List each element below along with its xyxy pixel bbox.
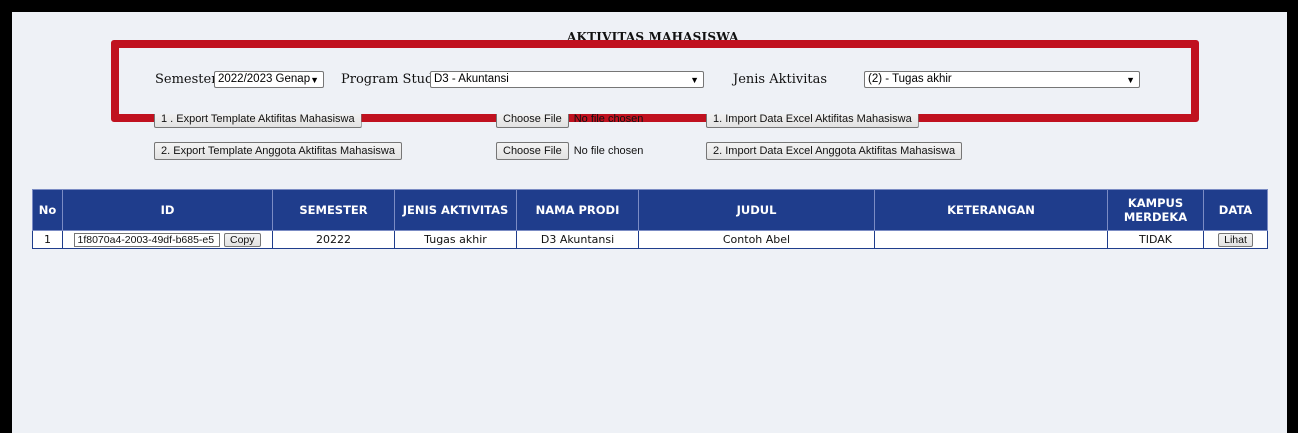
chevron-down-icon: ▼ xyxy=(310,75,319,85)
cell-kampus-merdeka: TIDAK xyxy=(1107,230,1204,249)
table-header-row: No ID SEMESTER JENIS AKTIVITAS NAMA PROD… xyxy=(32,189,1268,231)
file-name-text: No file chosen xyxy=(573,145,644,157)
copy-button[interactable]: Copy xyxy=(223,232,261,247)
chevron-down-icon: ▼ xyxy=(1126,75,1135,85)
chevron-down-icon: ▼ xyxy=(690,75,699,85)
lihat-button[interactable]: Lihat xyxy=(1218,232,1253,247)
column-header-semester: SEMESTER xyxy=(272,189,395,231)
cell-nama-prodi: D3 Akuntansi xyxy=(516,230,639,249)
prodi-select-value: D3 - Akuntansi xyxy=(434,73,509,85)
column-header-jenis-aktivitas: JENIS AKTIVITAS xyxy=(394,189,517,231)
table-row: 1 1f8070a4-2003-49df-b685-e5 Copy 20222 … xyxy=(32,230,1268,249)
export-anggota-button[interactable]: 2. Export Template Anggota Aktifitas Mah… xyxy=(154,142,402,160)
cell-jenis-aktivitas: Tugas akhir xyxy=(394,230,517,249)
import-anggota-button[interactable]: 2. Import Data Excel Anggota Aktifitas M… xyxy=(706,142,963,160)
jenis-aktivitas-label: Jenis Aktivitas xyxy=(733,72,828,87)
column-header-kampus-merdeka: KAMPUS MERDEKA xyxy=(1107,189,1204,231)
id-text-field[interactable]: 1f8070a4-2003-49df-b685-e5 xyxy=(74,232,221,247)
column-header-data: DATA xyxy=(1203,189,1268,231)
prodi-select[interactable]: D3 - Akuntansi ▼ xyxy=(430,71,704,88)
column-header-id: ID xyxy=(62,189,273,231)
column-header-nama-prodi: NAMA PRODI xyxy=(516,189,639,231)
cell-data: Lihat xyxy=(1203,230,1268,249)
cell-id: 1f8070a4-2003-49df-b685-e5 Copy xyxy=(62,230,273,249)
jenis-aktivitas-select[interactable]: (2) - Tugas akhir ▼ xyxy=(864,71,1140,88)
cell-semester: 20222 xyxy=(272,230,395,249)
column-header-keterangan: KETERANGAN xyxy=(874,189,1108,231)
column-header-judul: JUDUL xyxy=(638,189,875,231)
semester-select-value: 2022/2023 Genap xyxy=(218,73,311,85)
aktivitas-table: No ID SEMESTER JENIS AKTIVITAS NAMA PROD… xyxy=(32,189,1268,249)
page-container: AKTIVITAS MAHASISWA Semester 2022/2023 G… xyxy=(12,12,1287,433)
prodi-label: Program Studi xyxy=(341,72,438,87)
semester-label: Semester xyxy=(155,72,218,87)
file-input-2[interactable]: Choose File No file chosen xyxy=(496,142,643,160)
cell-no: 1 xyxy=(32,230,63,249)
jenis-aktivitas-select-value: (2) - Tugas akhir xyxy=(868,73,952,85)
column-header-no: No xyxy=(32,189,63,231)
cell-keterangan xyxy=(874,230,1108,249)
cell-judul: Contoh Abel xyxy=(638,230,875,249)
semester-select[interactable]: 2022/2023 Genap ▼ xyxy=(214,71,324,88)
screen-frame: AKTIVITAS MAHASISWA Semester 2022/2023 G… xyxy=(0,0,1298,433)
choose-file-button[interactable]: Choose File xyxy=(496,142,569,160)
